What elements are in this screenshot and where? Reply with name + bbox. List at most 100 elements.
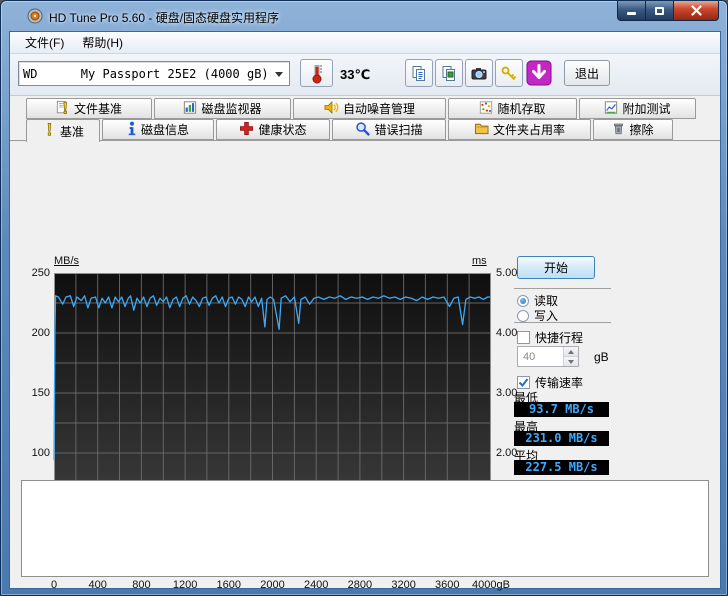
y-right-tick: 3.00 — [496, 387, 518, 399]
short-stroke-checkbox[interactable]: 快捷行程 — [517, 329, 583, 346]
copy-image-icon — [442, 65, 455, 81]
folder-usage-icon — [474, 121, 489, 138]
erase-icon — [612, 121, 625, 139]
tab-error-scan[interactable]: 错误扫描 — [332, 119, 446, 140]
y-right-tick: 4.00 — [496, 327, 518, 339]
radio-icon — [517, 309, 529, 322]
exit-button-label: 退出 — [574, 66, 599, 81]
thermometer-icon — [312, 65, 322, 84]
spinner-buttons[interactable] — [563, 347, 578, 366]
aam-icon — [324, 100, 339, 118]
disk-monitor-icon — [183, 100, 197, 118]
tab-label: 文件基准 — [73, 102, 122, 116]
start-button[interactable]: 开始 — [517, 256, 595, 279]
client-area: 文件(F) 帮助(H) WD My Passport 25E2 (4000 gB)… — [9, 31, 721, 591]
start-button-label: 开始 — [543, 261, 568, 275]
x-tick: 400 — [88, 579, 107, 591]
minimize-icon — [627, 12, 636, 15]
tab-label: 错误扫描 — [374, 123, 423, 137]
x-tick: 2800 — [347, 579, 373, 591]
window-title: HD Tune Pro 5.60 - 硬盘/固态硬盘实用程序 — [49, 11, 280, 25]
menu-item-file[interactable]: 文件(F) — [16, 31, 73, 54]
tab-erase[interactable]: 擦除 — [593, 119, 673, 140]
tab-label: 随机存取 — [497, 102, 546, 116]
short-stroke-label: 快捷行程 — [535, 331, 584, 345]
benchmark-icon — [42, 122, 56, 140]
maximize-button[interactable] — [646, 1, 673, 21]
x-tick: 1200 — [172, 579, 198, 591]
menu-item-help[interactable]: 帮助(H) — [73, 31, 132, 54]
y-right-axis-unit: ms — [472, 255, 487, 267]
menubar: 文件(F) 帮助(H) — [10, 32, 720, 54]
chevron-down-icon — [275, 72, 283, 77]
checkbox-icon — [517, 331, 530, 344]
y-left-tick: 150 — [31, 387, 50, 399]
screenshot-icon — [471, 67, 487, 79]
health-icon — [239, 121, 254, 139]
tab-disk-info[interactable]: 磁盘信息 — [102, 119, 214, 140]
spinner-value: 40 — [523, 351, 536, 363]
tab-extra-tests[interactable]: 附加测试 — [579, 98, 696, 119]
app-icon — [27, 8, 43, 24]
x-tick: 2400 — [303, 579, 329, 591]
y-left-tick: 200 — [31, 327, 50, 339]
y-left-axis-unit: MB/s — [54, 255, 80, 267]
tab-disk-monitor[interactable]: 磁盘监视器 — [154, 98, 291, 119]
close-button[interactable] — [673, 1, 719, 21]
exit-button[interactable]: 退出 — [564, 60, 610, 86]
x-tick: 3600 — [435, 579, 460, 591]
download-results-button[interactable] — [525, 59, 553, 87]
spinner-unit-label: gB — [594, 350, 609, 364]
tab-row-primary: 基准 磁盘信息 健康状态 错误扫描 文件夹占用率 擦除 — [26, 119, 673, 142]
maximize-icon — [655, 6, 664, 15]
x-tick: 1600 — [216, 579, 242, 591]
spin-up-icon[interactable] — [564, 347, 578, 357]
spin-down-icon[interactable] — [564, 357, 578, 366]
keys-icon — [501, 66, 517, 80]
separator — [514, 288, 611, 289]
tab-label: 附加测试 — [622, 102, 671, 116]
device-select-value: WD My Passport 25E2 (4000 gB) — [23, 66, 269, 81]
radio-icon — [517, 294, 529, 307]
copy-text-button[interactable] — [405, 59, 433, 87]
x-tick: 2000 — [260, 579, 285, 591]
tab-file-benchmark[interactable]: 文件基准 — [26, 98, 152, 119]
transfer-rate-label: 传输速率 — [535, 376, 584, 390]
minimize-button[interactable] — [617, 1, 646, 21]
copy-image-button[interactable] — [435, 59, 463, 87]
tab-label: 自动噪音管理 — [342, 102, 415, 116]
max-value: 231.0 MB/s — [514, 431, 609, 446]
device-select[interactable]: WD My Passport 25E2 (4000 gB) — [18, 61, 290, 86]
caption-buttons — [617, 1, 719, 21]
tab-label: 磁盘监视器 — [201, 102, 262, 116]
y-right-tick: 2.00 — [496, 447, 518, 459]
toolbar: WD My Passport 25E2 (4000 gB) 33℃ 退出 — [10, 54, 720, 96]
x-tick: 800 — [132, 579, 151, 591]
screenshot-button[interactable] — [465, 59, 493, 87]
random-access-icon — [479, 100, 493, 118]
tab-benchmark[interactable]: 基准 — [26, 119, 100, 142]
extra-tests-icon — [604, 100, 618, 118]
disk-info-icon — [127, 121, 137, 139]
checkbox-icon — [517, 376, 530, 389]
tab-label: 磁盘信息 — [140, 123, 189, 137]
short-stroke-spinner[interactable]: 40 — [517, 346, 579, 367]
tab-label: 文件夹占用率 — [492, 123, 565, 137]
y-right-tick: 5.00 — [496, 267, 518, 279]
min-value: 93.7 MB/s — [514, 402, 609, 417]
copy-text-icon — [412, 65, 425, 81]
tab-folder-usage[interactable]: 文件夹占用率 — [448, 119, 591, 140]
download-icon — [526, 60, 552, 86]
tab-random-access[interactable]: 随机存取 — [448, 98, 577, 119]
tab-aam[interactable]: 自动噪音管理 — [293, 98, 446, 119]
tab-health[interactable]: 健康状态 — [216, 119, 330, 140]
tab-label: 擦除 — [629, 123, 654, 137]
keys-button[interactable] — [495, 59, 523, 87]
temperature-button[interactable] — [300, 59, 333, 87]
x-tick: 0 — [50, 579, 58, 591]
y-left-tick: 250 — [31, 267, 50, 279]
avg-value: 227.5 MB/s — [514, 460, 609, 475]
tab-label: 健康状态 — [258, 123, 307, 137]
app-window: HD Tune Pro 5.60 - 硬盘/固态硬盘实用程序 文件(F) 帮助(H… — [0, 0, 728, 596]
tab-row-secondary: 文件基准 磁盘监视器 自动噪音管理 随机存取 附加测试 — [26, 98, 696, 119]
